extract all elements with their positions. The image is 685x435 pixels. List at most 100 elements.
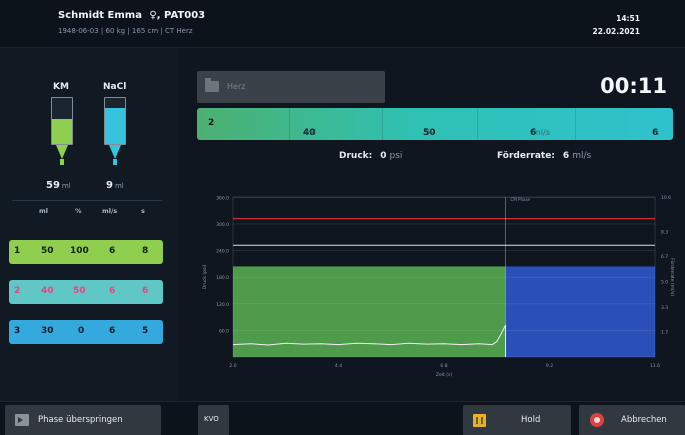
patient-id: PAT003 <box>164 10 206 21</box>
phase-number: 2 <box>14 286 21 296</box>
nacl-syringe-icon <box>104 97 126 167</box>
x-tick-label: 9.2 <box>546 363 553 369</box>
x-tick-label: 11.6 <box>650 363 660 369</box>
phase-percent: 100 <box>70 246 89 256</box>
phase-number: 3 <box>14 326 21 336</box>
y-tick-label: 120.0 <box>216 302 229 308</box>
y2-tick-label: 10.6 <box>661 195 671 201</box>
header-rate: ml/s <box>102 207 118 215</box>
y2-tick-label: 6.7 <box>661 254 668 260</box>
skip-phase-button[interactable]: Phase überspringen <box>5 405 161 435</box>
footer-bar: Phase überspringen KVO Hold Abbrechen <box>0 401 685 435</box>
skip-phase-label: Phase überspringen <box>38 415 123 425</box>
phase-table-header: ml % ml/s s <box>0 207 178 219</box>
nacl-volume-value: 9 <box>106 180 113 191</box>
header-ml: ml <box>39 207 49 215</box>
km-volume-value: 59 <box>46 180 60 191</box>
km-volume-unit: ml <box>61 182 71 190</box>
bar-separator <box>477 108 478 140</box>
km-syringe-icon <box>51 97 73 167</box>
phase-row-2[interactable]: 2 40 50 6 6 <box>9 280 163 304</box>
x-axis-label: Zeit (s) <box>436 372 452 378</box>
flow-unit: ml/s <box>572 151 592 161</box>
phase-row-1[interactable]: 1 50 100 6 8 <box>9 240 163 264</box>
phase-ml: 50 <box>41 246 54 256</box>
y-axis-label: Druck (psi) <box>202 264 208 289</box>
nacl-volume-unit: ml <box>114 182 124 190</box>
phase-percent: 0 <box>78 326 85 336</box>
y2-tick-label: 3.3 <box>661 305 668 311</box>
bar-separator <box>382 108 383 140</box>
active-duration-unit: s <box>655 128 660 137</box>
bar-separator <box>575 108 576 140</box>
kvo-label: KVO <box>204 415 219 423</box>
y-tick-label: 360.0 <box>216 195 229 201</box>
y-tick-label: 180.0 <box>216 275 229 281</box>
active-percent-unit: % <box>426 128 434 137</box>
phase-number: 1 <box>14 246 21 256</box>
clock-date: 22.02.2021 <box>592 27 640 36</box>
clock-time: 14:51 <box>616 14 640 23</box>
phase-rate: 6 <box>109 326 116 336</box>
left-panel <box>0 48 178 401</box>
bar-separator <box>289 108 290 140</box>
y-tick-label: 240.0 <box>216 249 229 255</box>
y-tick-label: 60.0 <box>219 328 229 334</box>
patient-details: 1948-06-03 | 60 kg | 165 cm | CT Herz <box>58 27 193 35</box>
y2-axis-label: Förderrate (ml/s) <box>669 258 675 296</box>
nacl-volume: 9 ml <box>106 180 124 191</box>
header-seconds: s <box>141 207 145 215</box>
pressure-chart: 60.0 120.0 180.0 240.0 300.0 360.0 1.7 3.3 5.0 6.… <box>202 195 675 378</box>
panel-divider <box>12 200 162 201</box>
patient-name: Schmidt Emma ♀, PAT003 <box>58 10 205 21</box>
phase-seconds: 6 <box>142 286 149 296</box>
hold-label: Hold <box>521 415 541 425</box>
pause-icon <box>473 414 486 427</box>
gender-icon: ♀ <box>149 10 157 21</box>
y2-tick-label: 8.3 <box>661 230 668 236</box>
phase-row-3[interactable]: 3 30 0 6 5 <box>9 320 163 344</box>
flow-status: Förderrate: 6 ml/s <box>497 151 591 161</box>
pressure-label: Druck: <box>339 151 373 161</box>
skip-icon <box>15 414 29 426</box>
phase-percent: 50 <box>73 286 86 296</box>
stop-icon <box>590 413 604 427</box>
folder-icon <box>205 78 219 92</box>
clock: 14:51 22.02.2021 <box>593 12 640 38</box>
pressure-value: 0 <box>380 151 387 161</box>
phase-rate: 6 <box>109 286 116 296</box>
pressure-status: Druck: 0 psi <box>339 151 402 161</box>
active-volume-unit: ml <box>306 128 317 137</box>
phase-seconds: 8 <box>142 246 149 256</box>
active-phase-number: 2 <box>208 118 215 128</box>
injection-timer: 00:11 <box>600 74 667 98</box>
flow-value: 6 <box>562 151 570 161</box>
protocol-folder[interactable]: Herz <box>197 71 385 103</box>
protocol-name: Herz <box>227 82 246 91</box>
km-volume: 59 ml <box>46 180 71 191</box>
phase-rate: 6 <box>109 246 116 256</box>
phase-ml: 30 <box>41 326 54 336</box>
header-percent: % <box>75 207 82 215</box>
phase-ml: 40 <box>41 286 54 296</box>
y2-tick-label: 1.7 <box>661 329 668 335</box>
cancel-button[interactable]: Abbrechen <box>579 405 685 435</box>
hold-button[interactable]: Hold <box>463 405 571 435</box>
active-rate-unit: ml/s <box>533 128 550 137</box>
phase-seconds: 5 <box>142 326 149 336</box>
bottle-label-km: KM <box>53 82 69 92</box>
kvo-button[interactable]: KVO <box>198 405 229 435</box>
y2-tick-label: 5.0 <box>661 280 668 286</box>
x-tick-label: 6.8 <box>440 363 447 369</box>
active-phase-bar: 2 40 ml 50% 6 ml/s 6s <box>197 108 673 140</box>
flow-area-phase-2 <box>505 266 655 357</box>
pressure-unit: psi <box>389 151 403 161</box>
cancel-label: Abbrechen <box>621 415 667 425</box>
header-bar: Schmidt Emma ♀, PAT003 1948-06-03 | 60 k… <box>0 0 685 48</box>
x-tick-label: 4.4 <box>335 363 342 369</box>
patient-id-separator: , <box>156 10 161 21</box>
phase-marker-label: CM Phase <box>511 197 531 202</box>
x-tick-label: 2.0 <box>229 363 236 369</box>
patient-name-text: Schmidt Emma <box>58 10 142 21</box>
bottle-label-nacl: NaCl <box>103 82 127 92</box>
